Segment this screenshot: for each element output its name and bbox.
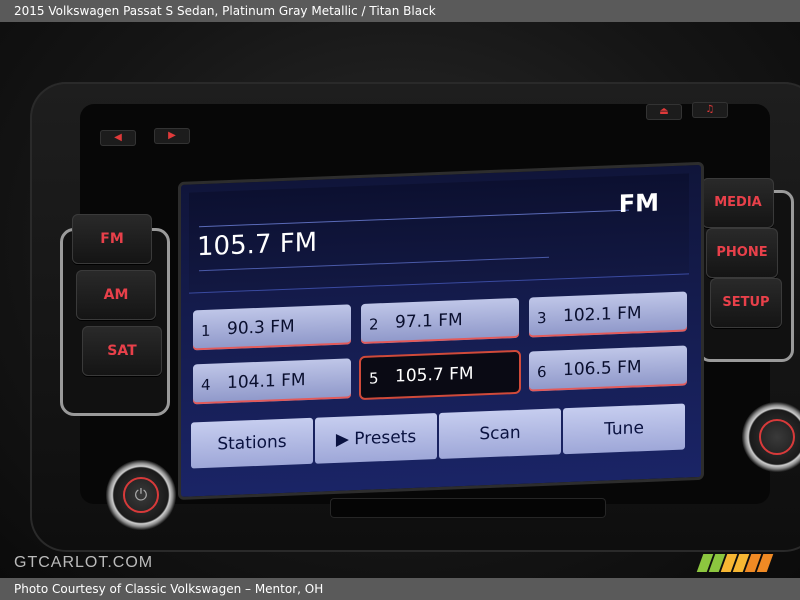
divider-line xyxy=(199,209,629,228)
next-button[interactable]: ▶ xyxy=(154,128,190,144)
dashboard-photo: ◀ ▶ ⏏ ♫ FM AM SAT MEDIA PHONE SETUP ⏻ 10… xyxy=(0,22,800,578)
am-button-label: AM xyxy=(103,287,129,303)
caption-bar-bottom: Photo Courtesy of Classic Volkswagen – M… xyxy=(0,578,800,600)
preset-6[interactable]: 6 106.5 FM xyxy=(529,345,687,392)
phone-button[interactable]: PHONE xyxy=(706,228,778,278)
preset-number: 1 xyxy=(201,321,211,341)
photo-credit: Photo Courtesy of Classic Volkswagen – M… xyxy=(14,582,324,596)
am-button[interactable]: AM xyxy=(76,270,156,320)
radio-screen: 105.7 FM FM 1 90.3 FM 2 97.1 FM 3 102.1 … xyxy=(178,161,704,500)
next-icon: ▶ xyxy=(168,130,176,141)
tune-knob-ring xyxy=(759,419,795,455)
preset-label: 105.7 FM xyxy=(395,363,474,387)
setup-button-label: SETUP xyxy=(722,295,770,310)
radio-function-bar: Stations ▶ Presets Scan Tune xyxy=(191,403,687,469)
scan-button[interactable]: Scan xyxy=(439,408,561,459)
media-button[interactable]: MEDIA xyxy=(702,178,774,228)
current-frequency: 105.7 FM xyxy=(197,227,318,263)
prev-icon: ◀ xyxy=(114,132,122,143)
music-icon: ♫ xyxy=(705,104,715,115)
stations-button[interactable]: Stations xyxy=(191,417,313,469)
preset-number: 3 xyxy=(537,308,547,328)
power-icon: ⏻ xyxy=(134,485,148,504)
frequency-display: 105.7 FM FM xyxy=(189,173,689,294)
preset-3[interactable]: 3 102.1 FM xyxy=(529,291,687,338)
media-button-label: MEDIA xyxy=(714,195,762,210)
disc-slot xyxy=(330,498,606,518)
setup-button[interactable]: SETUP xyxy=(710,278,782,328)
fm-button-label: FM xyxy=(100,231,124,247)
sat-button[interactable]: SAT xyxy=(82,326,162,376)
preset-label: 106.5 FM xyxy=(563,357,642,381)
preset-2[interactable]: 2 97.1 FM xyxy=(361,297,519,344)
band-indicator: FM xyxy=(618,188,659,219)
presets-button[interactable]: ▶ Presets xyxy=(315,413,437,464)
preset-number: 5 xyxy=(369,369,379,388)
prev-button[interactable]: ◀ xyxy=(100,130,136,146)
preset-5[interactable]: 5 105.7 FM xyxy=(361,351,519,398)
preset-number: 4 xyxy=(201,375,211,395)
tune-button[interactable]: Tune xyxy=(563,403,685,455)
preset-label: 90.3 FM xyxy=(227,316,295,340)
preset-number: 2 xyxy=(369,315,379,334)
site-watermark: GTCARLOT.COM xyxy=(14,554,154,571)
phone-button-label: PHONE xyxy=(716,245,768,260)
fm-button[interactable]: FM xyxy=(72,214,152,264)
eject-icon: ⏏ xyxy=(659,106,669,117)
preset-label: 104.1 FM xyxy=(227,370,306,394)
preset-label: 97.1 FM xyxy=(395,310,463,333)
preset-4[interactable]: 4 104.1 FM xyxy=(193,358,351,405)
watermark-logo xyxy=(696,554,774,572)
caption-bar-top: 2015 Volkswagen Passat S Sedan, Platinum… xyxy=(0,0,800,22)
preset-label: 102.1 FM xyxy=(563,303,642,327)
music-button[interactable]: ♫ xyxy=(692,102,728,118)
preset-1[interactable]: 1 90.3 FM xyxy=(193,304,351,351)
preset-number: 6 xyxy=(537,362,547,382)
eject-button[interactable]: ⏏ xyxy=(646,104,682,120)
power-volume-knob[interactable]: ⏻ xyxy=(106,460,176,530)
car-title: 2015 Volkswagen Passat S Sedan, Platinum… xyxy=(14,4,436,18)
sat-button-label: SAT xyxy=(107,343,137,359)
